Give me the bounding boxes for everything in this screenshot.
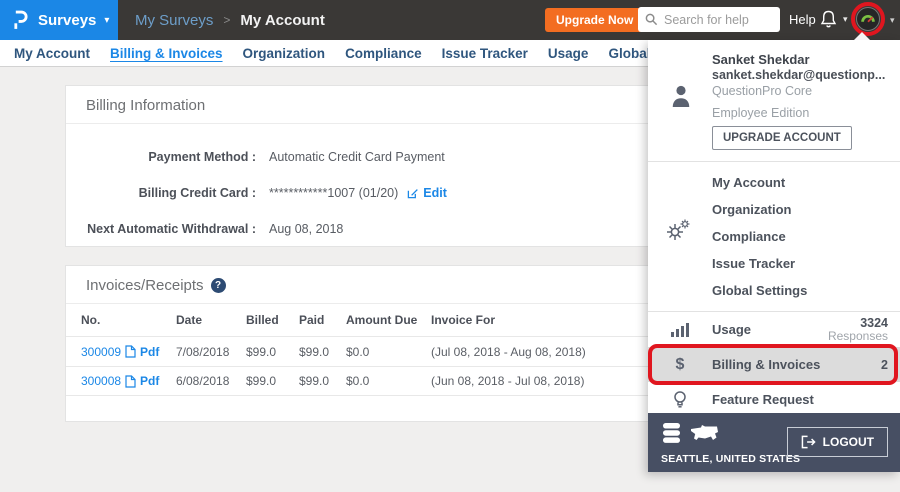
invoice-amount-due: $0.0 [346, 374, 431, 388]
search-input[interactable] [664, 13, 773, 27]
help-icon[interactable]: ? [211, 278, 226, 293]
payment-method-value: Automatic Credit Card Payment [269, 150, 445, 164]
user-icon [670, 84, 692, 108]
product-name: Surveys [38, 12, 96, 29]
breadcrumb-my-surveys[interactable]: My Surveys [135, 12, 213, 29]
withdrawal-value: Aug 08, 2018 [269, 222, 343, 236]
col-billed: Billed [246, 313, 299, 327]
breadcrumb-separator-icon: > [223, 13, 230, 27]
top-header: Surveys ▾ My Surveys > My Account Upgrad… [0, 0, 900, 40]
dropdown-footer: SEATTLE, UNITED STATES LOGOUT [648, 413, 900, 472]
help-link[interactable]: Help [789, 0, 816, 40]
invoice-date: 7/08/2018 [176, 345, 246, 359]
upgrade-account-button[interactable]: UPGRADE ACCOUNT [712, 126, 852, 150]
pdf-file-icon [125, 345, 136, 358]
upgrade-now-button[interactable]: Upgrade Now [545, 8, 644, 32]
invoice-number-link[interactable]: 300009 [81, 345, 121, 359]
invoice-amount-due: $0.0 [346, 345, 431, 359]
col-paid: Paid [299, 313, 346, 327]
breadcrumb-current-page: My Account [240, 12, 324, 29]
breadcrumb: My Surveys > My Account [135, 0, 325, 40]
product-switcher[interactable]: Surveys ▾ [0, 0, 118, 40]
usage-menu-group: Usage 3324 Responses $ Billing & Invoice… [648, 312, 900, 417]
credit-card-value: ************1007 (01/20) [269, 186, 398, 200]
invoice-number-link[interactable]: 300008 [81, 374, 121, 388]
usage-count: 3324 Responses [828, 317, 888, 343]
account-dropdown-panel: Sanket Shekdar sanket.shekdar@questionp.… [648, 40, 900, 472]
menu-item-billing-invoices[interactable]: $ Billing & Invoices 2 [648, 347, 900, 382]
tab-organization[interactable]: Organization [243, 46, 326, 61]
menu-item-usage[interactable]: Usage 3324 Responses [648, 312, 900, 347]
bell-chevron-down-icon[interactable]: ▾ [843, 14, 848, 25]
menu-item-issue-tracker[interactable]: Issue Tracker [648, 250, 900, 277]
col-amount-due: Amount Due [346, 313, 431, 327]
dollar-icon: $ [676, 356, 685, 374]
tab-my-account[interactable]: My Account [14, 46, 90, 61]
menu-item-global-settings[interactable]: Global Settings [648, 277, 900, 304]
usa-map-icon [690, 424, 720, 443]
tab-billing-invoices[interactable]: Billing & Invoices [110, 46, 223, 61]
pdf-file-icon [125, 375, 136, 388]
avatar-annotation-circle [851, 2, 885, 36]
invoice-pdf-link[interactable]: Pdf [140, 374, 159, 388]
avatar[interactable] [856, 7, 880, 31]
account-menu-group: My Account Organization Compliance Issue… [648, 162, 900, 312]
lightbulb-icon [673, 391, 687, 408]
bar-chart-icon [671, 322, 689, 337]
edit-pencil-icon [407, 187, 419, 199]
invoice-billed: $99.0 [246, 374, 299, 388]
credit-card-label: Billing Credit Card : [66, 186, 256, 200]
menu-item-feature-request[interactable]: Feature Request [648, 382, 900, 417]
tab-usage[interactable]: Usage [548, 46, 589, 61]
tab-issue-tracker[interactable]: Issue Tracker [442, 46, 528, 61]
dropdown-caret-icon [854, 32, 870, 40]
invoices-card-title: Invoices/Receipts [86, 277, 204, 294]
user-name: Sanket Shekdar [712, 52, 810, 67]
edit-credit-card-link[interactable]: Edit [407, 186, 447, 200]
profile-section: Sanket Shekdar sanket.shekdar@questionp.… [648, 40, 900, 162]
col-no: No. [81, 313, 176, 327]
billing-card-title: Billing Information [86, 97, 205, 114]
avatar-gauge-image [859, 10, 877, 28]
invoice-paid: $99.0 [299, 345, 346, 359]
logout-icon [801, 435, 816, 449]
invoice-billed: $99.0 [246, 345, 299, 359]
app-screen: Surveys ▾ My Surveys > My Account Upgrad… [0, 0, 900, 492]
invoice-date: 6/08/2018 [176, 374, 246, 388]
col-date: Date [176, 313, 246, 327]
payment-method-label: Payment Method : [66, 150, 256, 164]
invoice-paid: $99.0 [299, 374, 346, 388]
invoice-pdf-link[interactable]: Pdf [140, 345, 159, 359]
help-search[interactable] [638, 7, 780, 32]
withdrawal-label: Next Automatic Withdrawal : [66, 222, 256, 236]
chevron-down-icon: ▾ [104, 15, 109, 26]
database-icon [662, 422, 682, 445]
avatar-chevron-down-icon[interactable]: ▾ [890, 15, 895, 26]
datacenter-location: SEATTLE, UNITED STATES [661, 453, 800, 465]
questionpro-logo-icon [13, 9, 28, 31]
billing-invoices-count: 2 [881, 358, 888, 372]
user-email: sanket.shekdar@questionp... [712, 68, 885, 82]
tab-compliance[interactable]: Compliance [345, 46, 422, 61]
user-product: QuestionPro Core [712, 84, 812, 98]
notifications-bell-icon[interactable] [819, 9, 838, 36]
menu-item-my-account[interactable]: My Account [648, 169, 900, 196]
logout-button[interactable]: LOGOUT [787, 427, 888, 457]
gears-icon [667, 219, 691, 241]
user-edition: Employee Edition [712, 106, 809, 120]
search-icon [645, 13, 658, 26]
